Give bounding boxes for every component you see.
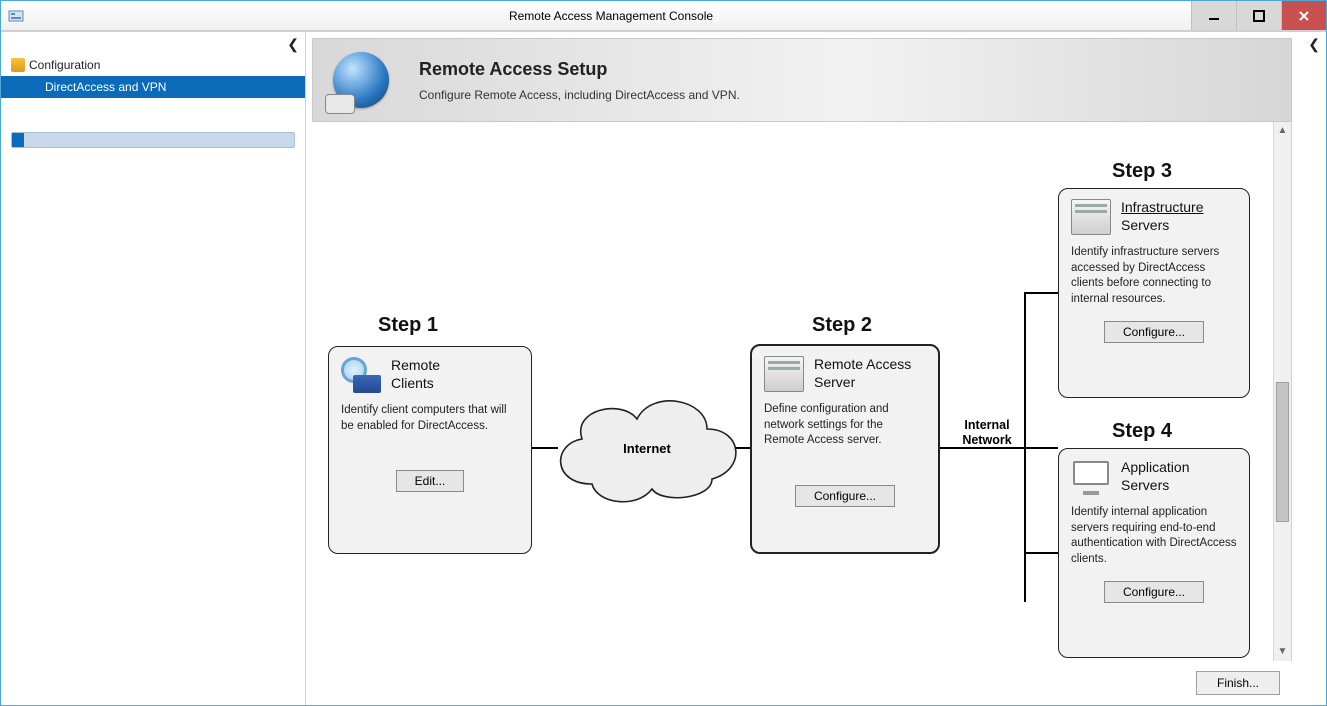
footer: Finish... — [306, 661, 1326, 705]
remote-clients-icon — [341, 357, 381, 393]
collapse-left-icon[interactable]: ❮ — [287, 36, 299, 53]
nav-item-directaccess-vpn[interactable]: DirectAccess and VPN — [1, 76, 305, 98]
internet-label: Internet — [542, 384, 752, 512]
infrastructure-servers-icon — [1071, 199, 1111, 235]
step4-card: ApplicationServers Identify internal app… — [1058, 448, 1250, 658]
step4-title: ApplicationServers — [1121, 459, 1190, 494]
nav-panel: ❮ Configuration DirectAccess and VPN — [1, 32, 306, 705]
step3-card: InfrastructureServers Identify infrastru… — [1058, 188, 1250, 398]
banner-subtitle: Configure Remote Access, including Direc… — [419, 88, 740, 102]
collapse-right-icon[interactable]: ❮ — [1308, 36, 1320, 53]
scroll-thumb[interactable] — [1276, 382, 1289, 522]
connector-line — [1024, 292, 1058, 294]
step3-configure-button[interactable]: Configure... — [1104, 321, 1204, 343]
internal-network-label: InternalNetwork — [952, 418, 1022, 448]
banner-header: Remote Access Setup Configure Remote Acc… — [312, 38, 1292, 122]
minimize-button[interactable] — [1191, 1, 1236, 30]
step1-card: RemoteClients Identify client computers … — [328, 346, 532, 554]
main-panel: ❮ Remote Access Setup Configure Remote A… — [306, 32, 1326, 705]
step3-title: InfrastructureServers — [1121, 199, 1203, 234]
window-buttons — [1191, 1, 1326, 30]
remote-access-server-icon — [764, 356, 804, 392]
step1-title: RemoteClients — [391, 357, 440, 392]
application-servers-icon — [1071, 459, 1111, 495]
banner-title: Remote Access Setup — [419, 59, 740, 80]
step2-desc: Define configuration and network setting… — [764, 402, 926, 449]
step2-heading: Step 2 — [812, 314, 872, 337]
app-body: ❮ Configuration DirectAccess and VPN ❮ R… — [1, 31, 1326, 705]
internet-cloud: Internet — [542, 384, 752, 512]
step4-configure-button[interactable]: Configure... — [1104, 581, 1204, 603]
maximize-button[interactable] — [1236, 1, 1281, 30]
app-window: Remote Access Management Console ❮ Confi… — [0, 0, 1327, 706]
step1-heading: Step 1 — [378, 314, 438, 337]
step2-title: Remote AccessServer — [814, 356, 911, 391]
step2-configure-button[interactable]: Configure... — [795, 485, 895, 507]
step4-desc: Identify internal application servers re… — [1071, 505, 1237, 567]
step4-heading: Step 4 — [1112, 420, 1172, 443]
step3-heading: Step 3 — [1112, 160, 1172, 183]
titlebar: Remote Access Management Console — [1, 1, 1326, 31]
nav-root-configuration[interactable]: Configuration — [1, 54, 305, 76]
step2-card: Remote AccessServer Define configuration… — [750, 344, 940, 554]
window-title: Remote Access Management Console — [31, 9, 1191, 23]
diagram-area: ▲ ▼ Step 1 — [312, 122, 1292, 661]
step1-edit-button[interactable]: Edit... — [396, 470, 465, 492]
finish-button[interactable]: Finish... — [1196, 671, 1280, 695]
nav-item-redacted[interactable] — [11, 132, 295, 148]
vertical-scrollbar[interactable]: ▲ ▼ — [1273, 122, 1291, 661]
connector-line — [1024, 292, 1026, 602]
globe-icon — [333, 52, 389, 108]
close-button[interactable] — [1281, 1, 1326, 30]
connector-line — [1024, 552, 1058, 554]
scroll-up-icon[interactable]: ▲ — [1274, 122, 1291, 140]
app-icon — [1, 8, 31, 24]
scroll-down-icon[interactable]: ▼ — [1274, 643, 1291, 661]
step3-desc: Identify infrastructure servers accessed… — [1071, 245, 1237, 307]
step1-desc: Identify client computers that will be e… — [341, 403, 519, 434]
